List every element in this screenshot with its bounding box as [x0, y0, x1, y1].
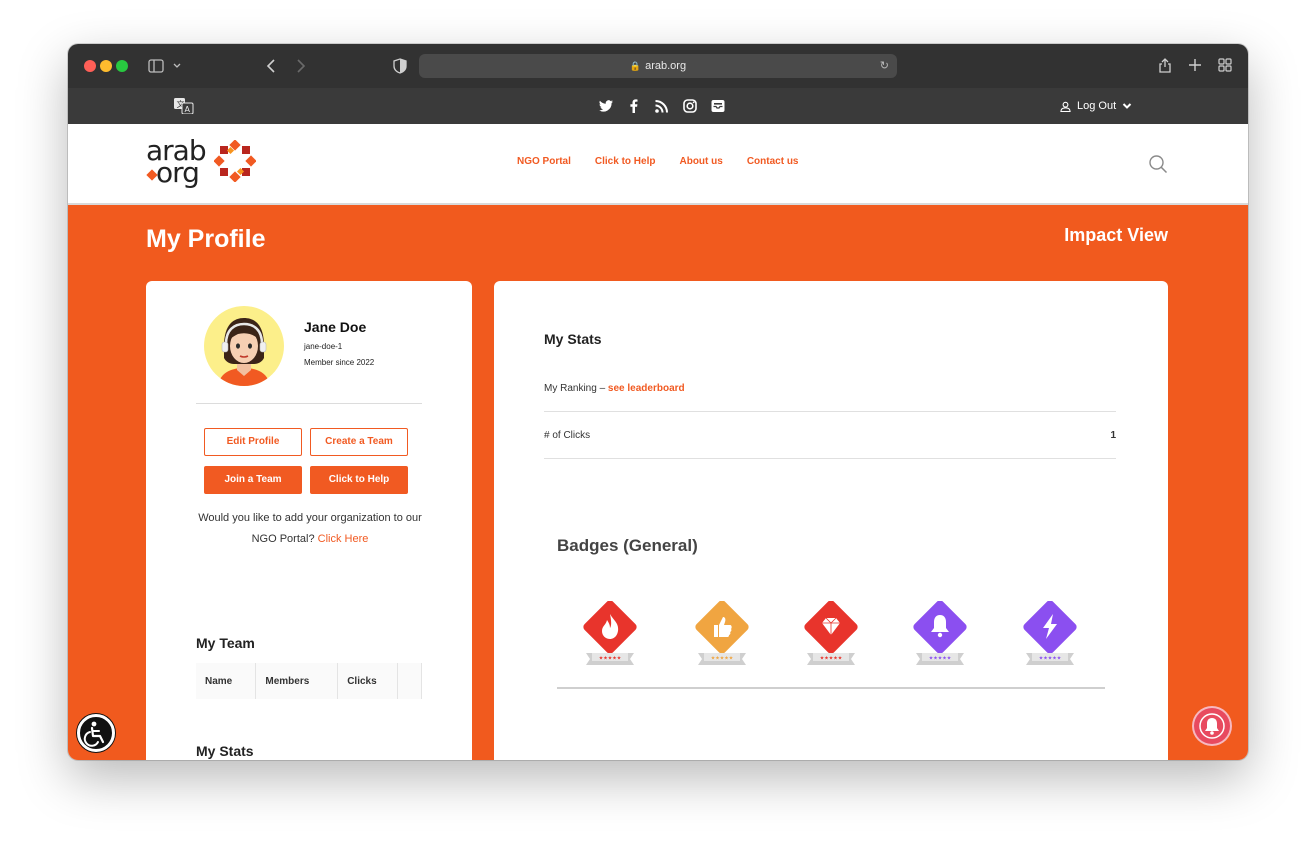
svg-text:★★★★★: ★★★★★: [820, 656, 843, 662]
ngo-click-here-link[interactable]: Click Here: [318, 533, 369, 545]
my-stats-heading: My Stats: [544, 331, 602, 347]
bell-badge-icon[interactable]: ★★★★★: [906, 601, 974, 669]
impact-view-link[interactable]: Impact View: [1064, 225, 1168, 246]
nav-ngo-portal[interactable]: NGO Portal: [517, 156, 571, 167]
facebook-icon[interactable]: [626, 98, 642, 114]
divider: [196, 403, 422, 404]
browser-window: 🔒 arab.org ↻ 文 A Log Out arab org NGO Po…: [68, 44, 1248, 760]
divider: [544, 411, 1116, 412]
stats-card: My Stats My Ranking – see leaderboard # …: [494, 281, 1168, 760]
accessibility-icon[interactable]: [77, 714, 115, 752]
profile-username: jane-doe-1: [304, 342, 343, 351]
nav-about-us[interactable]: About us: [679, 156, 722, 167]
profile-name: Jane Doe: [304, 319, 367, 335]
click-to-help-button[interactable]: Click to Help: [310, 466, 408, 494]
clicks-label: # of Clicks: [544, 430, 591, 441]
woman-avatar-icon: [218, 318, 270, 386]
my-stats-heading-left: My Stats: [196, 743, 254, 759]
join-team-button[interactable]: Join a Team: [204, 466, 302, 494]
instagram-icon[interactable]: [682, 98, 698, 114]
avatar: [204, 306, 284, 386]
site-header: arab org NGO Portal Click to Help About …: [68, 124, 1248, 205]
ngo-prompt-text: Would you like to add your organization …: [198, 512, 422, 545]
minimize-window-button[interactable]: [100, 60, 112, 72]
svg-text:★★★★★: ★★★★★: [711, 656, 734, 662]
twitter-icon[interactable]: [598, 98, 614, 114]
browser-toolbar: 🔒 arab.org ↻: [68, 44, 1248, 88]
main-nav: NGO Portal Click to Help About us Contac…: [517, 156, 798, 167]
tab-overview-icon[interactable]: [1218, 58, 1232, 72]
sidebar-toggle-icon[interactable]: [148, 59, 164, 73]
search-icon[interactable]: [1148, 154, 1168, 174]
leaderboard-link[interactable]: see leaderboard: [608, 383, 685, 394]
ngo-portal-prompt: Would you like to add your organization …: [188, 508, 432, 550]
divider: [557, 687, 1105, 689]
svg-text:★★★★★: ★★★★★: [1039, 656, 1062, 662]
thumbs-up-badge-icon[interactable]: ★★★★★: [688, 601, 756, 669]
url-text: arab.org: [645, 60, 687, 72]
column-header-clicks: Clicks: [337, 663, 399, 699]
svg-text:A: A: [185, 105, 191, 114]
arab-org-logo[interactable]: arab org: [146, 134, 258, 189]
column-header-empty: [397, 663, 422, 699]
social-links: [598, 98, 726, 114]
diamond-badge-icon[interactable]: ★★★★★: [797, 601, 865, 669]
star-logo-icon: [214, 140, 256, 182]
edit-profile-button[interactable]: Edit Profile: [204, 428, 302, 456]
create-team-button[interactable]: Create a Team: [310, 428, 408, 456]
svg-text:★★★★★: ★★★★★: [929, 656, 952, 662]
column-header-name: Name: [196, 663, 257, 699]
svg-text:★★★★★: ★★★★★: [599, 656, 622, 662]
rss-icon[interactable]: [654, 98, 670, 114]
utility-bar: 文 A Log Out: [68, 88, 1248, 124]
notification-bell-icon[interactable]: [1194, 708, 1230, 744]
lock-icon: 🔒: [629, 61, 642, 71]
shield-icon[interactable]: [393, 58, 407, 74]
new-tab-icon[interactable]: [1188, 58, 1202, 72]
share-icon[interactable]: [1158, 56, 1172, 74]
user-icon: [1060, 101, 1071, 112]
newsletter-icon[interactable]: [710, 98, 726, 114]
reload-icon[interactable]: ↻: [880, 54, 889, 78]
address-bar[interactable]: 🔒 arab.org ↻: [419, 54, 897, 78]
ranking-label: My Ranking –: [544, 383, 608, 394]
chevron-down-icon: [1122, 103, 1132, 109]
chevron-down-icon[interactable]: [172, 62, 182, 70]
my-team-heading: My Team: [196, 635, 255, 651]
badges-heading: Badges (General): [557, 536, 698, 555]
profile-card: Jane Doe jane-doe-1 Member since 2022 Ed…: [146, 281, 472, 760]
logo-text: org: [156, 156, 200, 189]
nav-contact-us[interactable]: Contact us: [747, 156, 799, 167]
column-header-members: Members: [255, 663, 339, 699]
nav-click-to-help[interactable]: Click to Help: [595, 156, 656, 167]
flame-badge-icon[interactable]: ★★★★★: [576, 601, 644, 669]
member-since: Member since 2022: [304, 358, 375, 367]
translate-icon[interactable]: 文 A: [174, 98, 194, 114]
clicks-value: 1: [1110, 430, 1116, 441]
ranking-row: My Ranking – see leaderboard: [544, 383, 685, 394]
logout-label: Log Out: [1077, 100, 1117, 112]
divider: [544, 458, 1116, 459]
table-header-row: Name Members Clicks: [196, 663, 422, 699]
maximize-window-button[interactable]: [116, 60, 128, 72]
profile-section: My Profile Impact View Jane Doe jane-doe…: [68, 205, 1248, 760]
close-window-button[interactable]: [84, 60, 96, 72]
team-table: Name Members Clicks: [196, 663, 422, 699]
lightning-badge-icon[interactable]: ★★★★★: [1016, 601, 1084, 669]
back-icon[interactable]: [266, 58, 276, 74]
page-title: My Profile: [146, 225, 266, 253]
logout-menu[interactable]: Log Out: [1060, 98, 1132, 114]
forward-icon[interactable]: [296, 58, 306, 74]
